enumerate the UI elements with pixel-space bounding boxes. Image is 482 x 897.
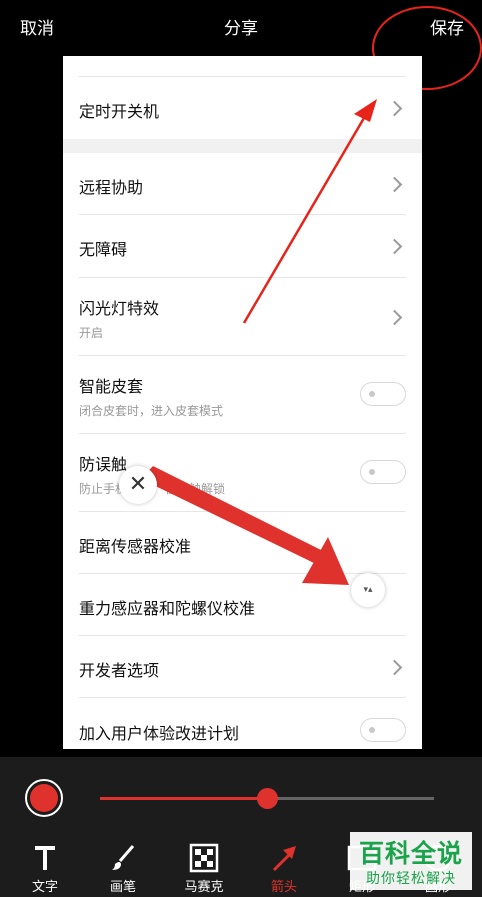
selected-color-dot xyxy=(30,784,58,812)
thin-arrow-head xyxy=(354,99,377,122)
arrow-icon xyxy=(254,843,314,873)
brush-icon xyxy=(93,843,153,873)
tool-text[interactable]: 文字 xyxy=(15,843,75,895)
watermark-subtitle: 助你轻松解决 xyxy=(366,871,456,887)
color-picker-button[interactable] xyxy=(25,779,63,817)
thick-arrow-shaft[interactable] xyxy=(141,466,323,564)
tool-label: 文字 xyxy=(31,880,58,895)
thin-arrow-shaft xyxy=(242,117,366,324)
slider-thumb[interactable] xyxy=(257,788,278,809)
slider-fill xyxy=(100,797,267,800)
tool-brush[interactable]: 画笔 xyxy=(93,843,153,895)
tool-label: 马赛克 xyxy=(184,880,224,895)
watermark-logo: 百科全说 助你轻松解决 xyxy=(350,832,472,890)
rotate-arrow-handle[interactable]: ▾▴ xyxy=(351,573,385,607)
tool-arrow[interactable]: 箭头 xyxy=(254,843,314,895)
text-icon xyxy=(15,843,75,873)
stroke-size-slider[interactable] xyxy=(100,788,434,809)
watermark-title: 百科全说 xyxy=(358,839,463,868)
mosaic-icon xyxy=(174,843,234,873)
tool-mosaic[interactable]: 马赛克 xyxy=(174,843,234,895)
delete-arrow-handle[interactable]: ✕ xyxy=(119,466,157,504)
tool-label: 画笔 xyxy=(109,880,136,895)
tool-label: 箭头 xyxy=(270,880,297,895)
